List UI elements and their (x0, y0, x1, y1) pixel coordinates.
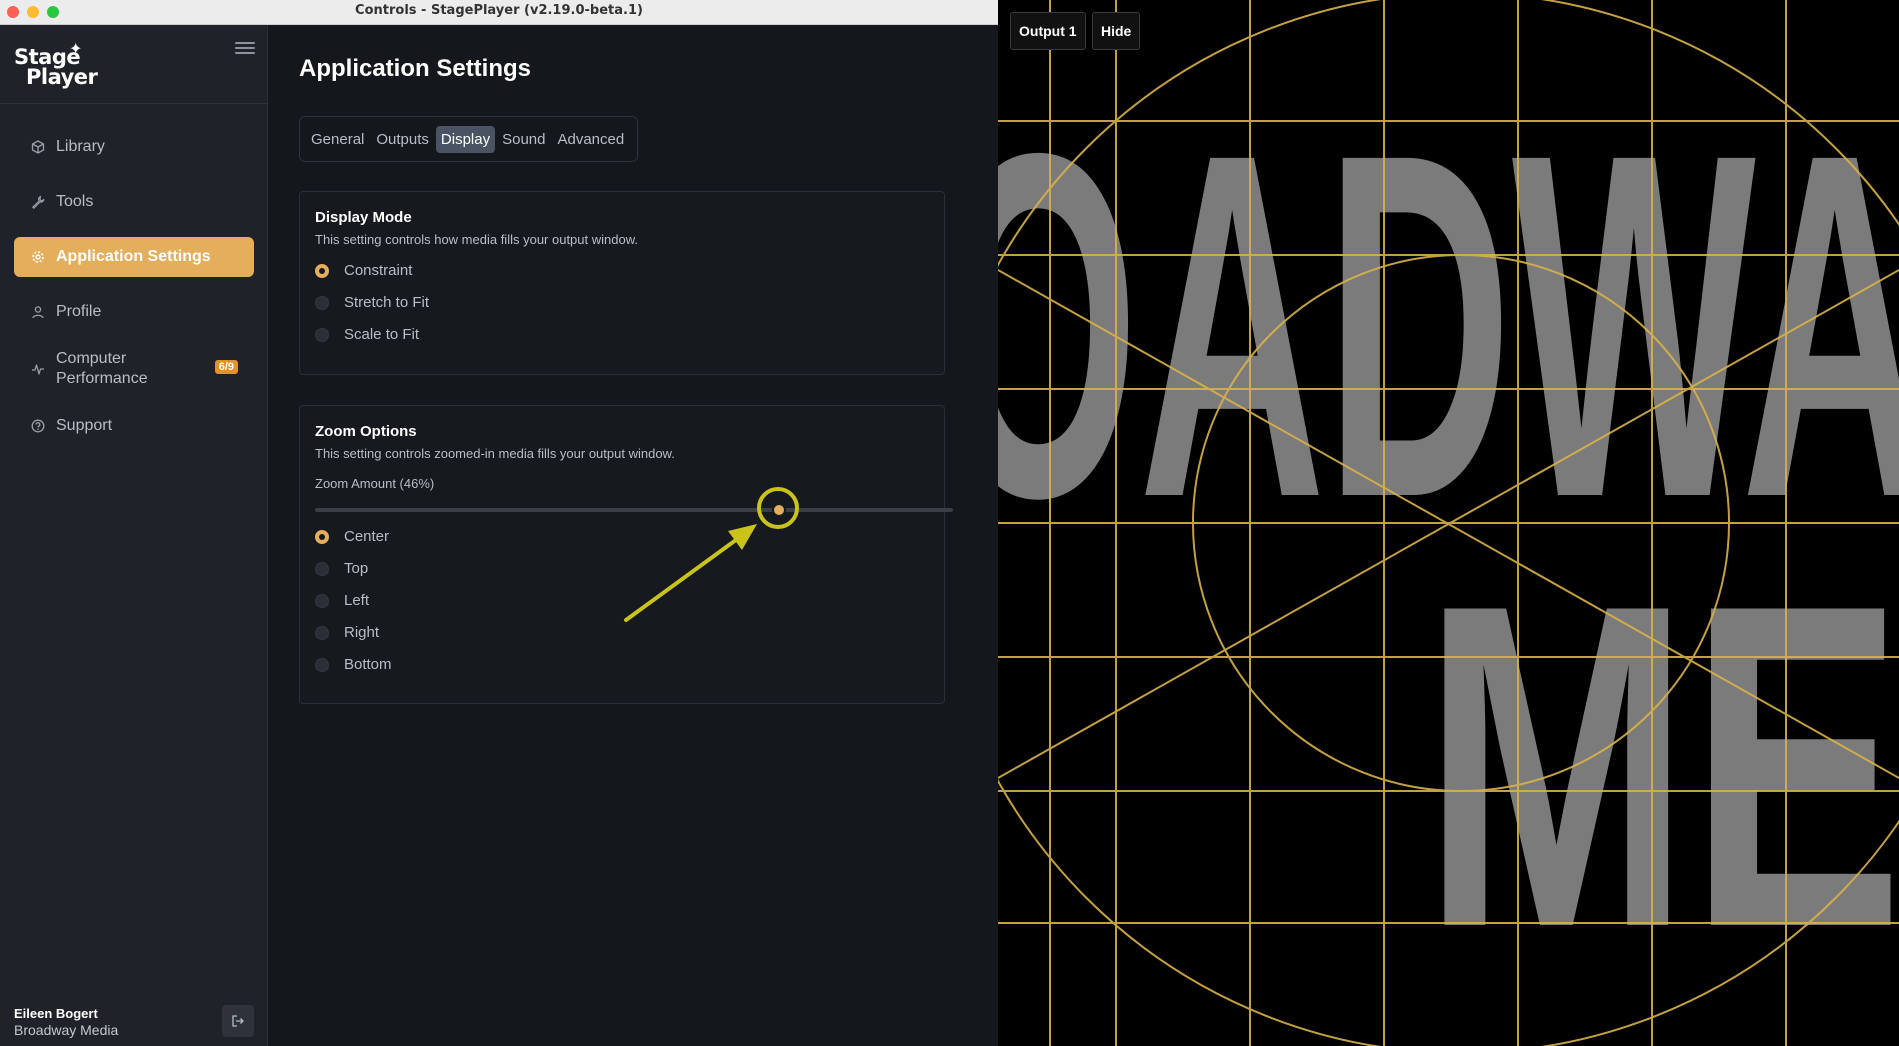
display-mode-title: Display Mode (315, 209, 412, 226)
user-icon (30, 305, 46, 319)
pulse-icon (30, 362, 46, 376)
display-mode-description: This setting controls how media fills yo… (315, 232, 638, 247)
logo-line2: Player (26, 65, 98, 89)
main-content: Application Settings General Outputs Dis… (268, 25, 998, 1046)
sidebar-item-label: Support (56, 417, 113, 434)
user-org: Broadway Media (14, 1022, 119, 1038)
radio-constraint[interactable]: Constraint (315, 262, 412, 279)
sidebar-nav: Library Tools Application Settings Profi… (14, 127, 254, 461)
logout-icon (232, 1015, 244, 1027)
radio-label: Bottom (344, 656, 392, 673)
radio-button[interactable] (315, 593, 329, 608)
radio-label: Center (344, 528, 390, 545)
output-text-line2: ME (1423, 510, 1899, 1023)
sidebar: Stage Player ✦ Library Tools Application… (0, 25, 268, 1046)
display-mode-card: Display Mode This setting controls how m… (299, 191, 945, 375)
sidebar-item-library[interactable]: Library (14, 127, 254, 167)
sidebar-item-label: Profile (56, 303, 102, 320)
tab-advanced[interactable]: Advanced (552, 126, 629, 153)
zoom-slider[interactable] (315, 503, 953, 517)
sidebar-item-tools[interactable]: Tools (14, 182, 254, 222)
tab-display[interactable]: Display (435, 125, 496, 153)
radio-stretch-to-fit[interactable]: Stretch to Fit (315, 294, 429, 311)
gear-icon (30, 250, 46, 264)
tab-outputs[interactable]: Outputs (371, 126, 434, 153)
radio-right[interactable]: Right (315, 624, 379, 641)
sidebar-item-profile[interactable]: Profile (14, 292, 254, 332)
sparkle-icon: ✦ (69, 39, 82, 58)
radio-top[interactable]: Top (315, 560, 368, 577)
help-circle-icon (30, 419, 46, 433)
app-window: Stage Player ✦ Library Tools Application… (0, 25, 998, 1046)
sidebar-item-label: Library (56, 138, 105, 155)
radio-button[interactable] (315, 263, 329, 278)
output-1-button[interactable]: Output 1 (1010, 12, 1086, 50)
sidebar-item-application-settings[interactable]: Application Settings (14, 237, 254, 277)
zoom-options-description: This setting controls zoomed-in media fi… (315, 446, 675, 461)
radio-label: Scale to Fit (344, 326, 420, 343)
radio-button[interactable] (315, 529, 329, 544)
hide-button[interactable]: Hide (1092, 12, 1141, 50)
logout-button[interactable] (222, 1005, 254, 1037)
zoom-slider-thumb[interactable] (771, 503, 786, 517)
radio-center[interactable]: Center (315, 528, 389, 545)
radio-bottom[interactable]: Bottom (315, 656, 392, 673)
radio-label: Left (344, 592, 370, 609)
cube-icon (30, 140, 46, 154)
output-canvas: OADWA ME (998, 0, 1899, 1046)
zoom-options-title: Zoom Options (315, 423, 417, 440)
sidebar-item-computer-performance[interactable]: Computer Performance 6/9 (14, 347, 254, 391)
window-titlebar: Controls - StagePlayer (v2.19.0-beta.1) (0, 0, 998, 25)
sidebar-item-label: Tools (56, 193, 94, 210)
radio-button[interactable] (315, 657, 329, 672)
zoom-amount-label: Zoom Amount (46%) (315, 476, 435, 491)
radio-button[interactable] (315, 295, 329, 310)
radio-label: Constraint (344, 262, 413, 279)
radio-scale-to-fit[interactable]: Scale to Fit (315, 326, 419, 343)
radio-left[interactable]: Left (315, 592, 369, 609)
radio-button[interactable] (315, 327, 329, 342)
page-title: Application Settings (299, 55, 532, 82)
app-logo: Stage Player ✦ (14, 39, 98, 89)
settings-tabs: General Outputs Display Sound Advanced (299, 116, 639, 162)
tab-sound[interactable]: Sound (497, 126, 550, 153)
radio-label: Right (344, 624, 380, 641)
tab-general[interactable]: General (306, 126, 369, 153)
wrench-icon (30, 195, 46, 209)
radio-label: Top (344, 560, 369, 577)
radio-button[interactable] (315, 561, 329, 576)
sidebar-item-label: Application Settings (56, 248, 211, 265)
user-name: Eileen Bogert (14, 1006, 98, 1021)
status-badge: 6/9 (214, 360, 238, 374)
zoom-options-card: Zoom Options This setting controls zoome… (299, 405, 953, 704)
sidebar-item-support[interactable]: Support (14, 406, 254, 446)
radio-button[interactable] (315, 625, 329, 640)
radio-label: Stretch to Fit (344, 294, 430, 311)
output-preview: OADWA ME Output 1 Hide (998, 0, 1899, 1046)
window-title: Controls - StagePlayer (v2.19.0-beta.1) (355, 3, 643, 18)
user-info: Eileen Bogert Broadway Media (14, 1005, 118, 1039)
hamburger-menu-icon[interactable] (235, 39, 255, 55)
sidebar-divider (0, 103, 267, 104)
sidebar-item-label: Computer Performance (56, 350, 148, 387)
